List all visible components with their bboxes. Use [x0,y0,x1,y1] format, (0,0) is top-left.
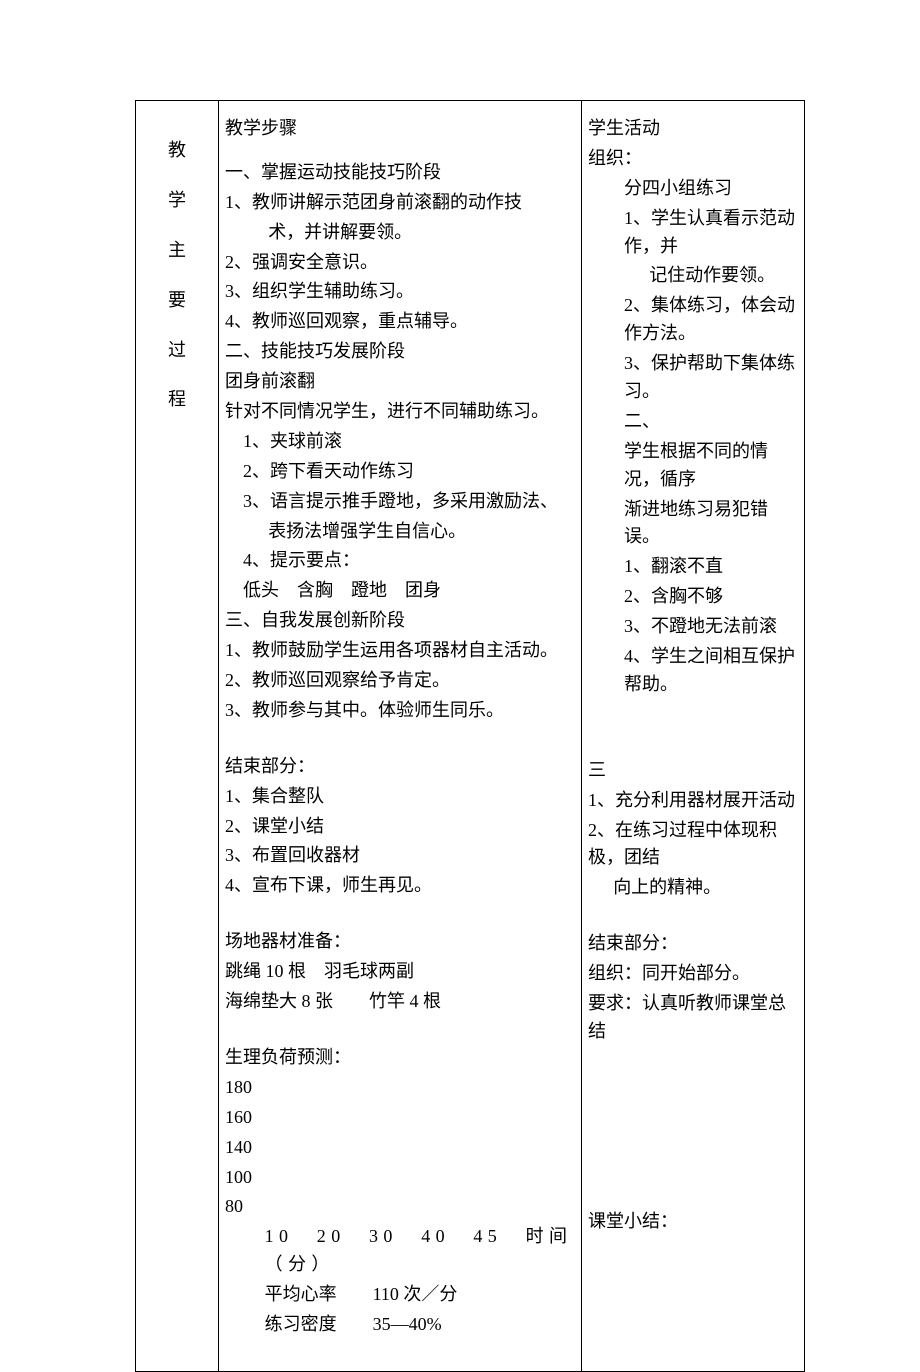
stage1-item: 1、教师讲解示范团身前滚翻的动作技 [225,189,575,217]
stage2-item: 3、语言提示推手蹬地，多采用激励法、 [225,488,575,516]
stage3-item: 1、教师鼓励学生运用各项器材自主活动。 [225,637,575,665]
stage2-item: 1、夹球前滚 [225,428,575,456]
ending-heading: 结束部分： [588,930,798,958]
act2-item: 1、翻滚不直 [588,553,798,581]
load-ytick: 100 [225,1164,575,1192]
ending-item: 4、宣布下课，师生再见。 [225,872,575,900]
act1-item: 3、保护帮助下集体练习。 [588,350,798,406]
act2-intro: 学生根据不同的情况，循序 [588,438,798,494]
act3-item: 2、在练习过程中体现积极，团结 [588,817,798,873]
stage3-item: 3、教师参与其中。体验师生同乐。 [225,697,575,725]
act2-title: 二、 [588,408,798,436]
side-char: 主 [142,237,212,265]
act1-item: 记住动作要领。 [588,262,798,290]
load-heading: 生理负荷预测： [225,1044,575,1072]
student-activity-cell: 学生活动 组织： 分四小组练习 1、学生认真看示范动作，并 记住动作要领。 2、… [582,101,805,1372]
stage2-item: 2、跨下看天动作练习 [225,458,575,486]
equipment-item: 海绵垫大 8 张 竹竿 4 根 [225,988,575,1016]
ending-item: 2、课堂小结 [225,813,575,841]
side-char: 教 [142,137,212,165]
ending-org: 组织：同开始部分。 [588,960,798,988]
load-ytick: 80 [225,1193,575,1221]
act1-item: 1、学生认真看示范动作，并 [588,205,798,261]
equipment-item: 跳绳 10 根 羽毛球两副 [225,958,575,986]
stage1-item: 2、强调安全意识。 [225,249,575,277]
stage2-points: 低头 含胸 蹬地 团身 [225,577,575,605]
ending-item: 1、集合整队 [225,783,575,811]
equipment-heading: 场地器材准备： [225,928,575,956]
stage3-item: 2、教师巡回观察给予肯定。 [225,667,575,695]
act3-item: 1、充分利用器材展开活动 [588,787,798,815]
stage2-item: 4、提示要点： [225,547,575,575]
act2-item: 4、学生之间相互保护帮助。 [588,643,798,699]
side-char: 要 [142,287,212,315]
student-activity-heading: 学生活动 [588,115,798,143]
stage3-title: 三、自我发展创新阶段 [225,607,575,635]
act3-item: 向上的精神。 [588,874,798,902]
ending-req: 要求：认真听教师课堂总结 [588,990,798,1046]
stage2-subtitle: 团身前滚翻 [225,368,575,396]
act2-item: 3、不蹬地无法前滚 [588,613,798,641]
act2-intro: 渐进地练习易犯错误。 [588,496,798,552]
side-char: 学 [142,187,212,215]
ending-heading: 结束部分： [225,753,575,781]
stage1-title: 一、掌握运动技能技巧阶段 [225,159,575,187]
page: 教 学 主 要 过 程 教学步骤 一、掌握运动技能技巧阶段 1、教师讲解示范团身… [0,0,920,1302]
stage2-intro: 针对不同情况学生，进行不同辅助练习。 [225,398,575,426]
lesson-table: 教 学 主 要 过 程 教学步骤 一、掌握运动技能技巧阶段 1、教师讲解示范团身… [135,100,805,1372]
org-groups: 分四小组练习 [588,175,798,203]
load-ytick: 160 [225,1104,575,1132]
side-label-cell: 教 学 主 要 过 程 [136,101,219,1372]
teaching-steps-cell: 教学步骤 一、掌握运动技能技巧阶段 1、教师讲解示范团身前滚翻的动作技 术，并讲… [219,101,582,1372]
stage1-item: 术，并讲解要领。 [225,219,575,247]
ending-item: 3、布置回收器材 [225,842,575,870]
avg-heart-rate: 平均心率 110 次／分 [225,1281,575,1309]
load-ytick: 180 [225,1074,575,1102]
stage1-item: 4、教师巡回观察，重点辅导。 [225,308,575,336]
teaching-steps-heading: 教学步骤 [225,115,575,143]
stage1-item: 3、组织学生辅助练习。 [225,278,575,306]
act1-item: 2、集体练习，体会动作方法。 [588,292,798,348]
side-char: 过 [142,337,212,365]
act3-title: 三 [588,757,798,785]
class-summary-label: 课堂小结： [588,1208,798,1236]
exercise-density: 练习密度 35—40% [225,1311,575,1339]
stage2-title: 二、技能技巧发展阶段 [225,338,575,366]
side-char: 程 [142,386,212,414]
side-vertical-label: 教 学 主 要 过 程 [142,137,212,414]
org-label: 组织： [588,145,798,173]
load-xaxis: 10 20 30 40 45 时间（分） [225,1223,575,1279]
act2-item: 2、含胸不够 [588,583,798,611]
load-ytick: 140 [225,1134,575,1162]
stage2-item: 表扬法增强学生自信心。 [225,518,575,546]
